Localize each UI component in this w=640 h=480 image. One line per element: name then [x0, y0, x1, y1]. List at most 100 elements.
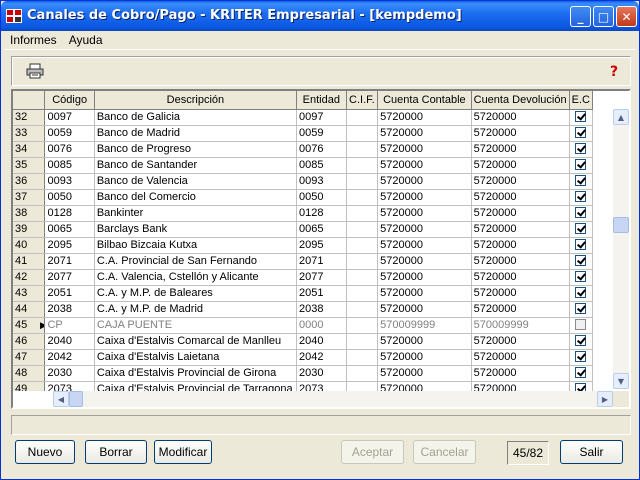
cuenta-devolucion-cell[interactable]: 5720000: [471, 349, 570, 366]
ec-checkbox[interactable]: [575, 110, 587, 122]
ec-cell[interactable]: [569, 205, 593, 222]
codigo-cell[interactable]: 2077: [44, 269, 95, 286]
descripcion-cell[interactable]: CAJA PUENTE: [94, 317, 297, 334]
cif-cell[interactable]: [346, 381, 379, 391]
ec-cell[interactable]: [569, 253, 593, 270]
ec-checkbox[interactable]: [575, 206, 587, 218]
codigo-cell[interactable]: 0076: [44, 141, 95, 158]
descripcion-cell[interactable]: Barclays Bank: [94, 221, 297, 238]
cif-cell[interactable]: [346, 189, 379, 206]
cuenta-devolucion-cell[interactable]: 5720000: [471, 173, 570, 190]
ec-cell[interactable]: [569, 221, 593, 238]
ec-cell[interactable]: [569, 317, 593, 334]
help-question-icon[interactable]: ?: [608, 63, 622, 79]
descripcion-cell[interactable]: Caixa d'Estalvis Provincial de Girona: [94, 365, 297, 382]
entidad-cell[interactable]: 2042: [296, 349, 347, 366]
ec-checkbox[interactable]: [575, 318, 587, 330]
table-row[interactable]: 33 0059 Banco de Madrid 0059 5720000 5720000: [13, 125, 593, 142]
cuenta-contable-cell[interactable]: 5720000: [377, 269, 472, 286]
vertical-scroll-thumb[interactable]: [613, 217, 629, 233]
table-row[interactable]: 32 0097 Banco de Galicia 0097 5720000 5720000: [13, 109, 593, 126]
menu-ayuda[interactable]: Ayuda: [63, 33, 109, 47]
cif-cell[interactable]: [346, 301, 379, 318]
cif-cell[interactable]: [346, 349, 379, 366]
table-row[interactable]: 47 2042 Caixa d'Estalvis Laietana 2042 57200…: [13, 349, 593, 366]
descripcion-cell[interactable]: Bankinter: [94, 205, 297, 222]
entidad-cell[interactable]: 0076: [296, 141, 347, 158]
cif-cell[interactable]: [346, 173, 379, 190]
entidad-cell[interactable]: 0065: [296, 221, 347, 238]
col-header-cuenta-contable[interactable]: Cuenta Contable: [377, 91, 472, 110]
cuenta-devolucion-cell[interactable]: 5720000: [471, 269, 570, 286]
cuenta-devolucion-cell[interactable]: 5720000: [471, 365, 570, 382]
table-row[interactable]: 34 0076 Banco de Progreso 0076 5720000 572000…: [13, 141, 593, 158]
cuenta-contable-cell[interactable]: 5720000: [377, 333, 472, 350]
cuenta-contable-cell[interactable]: 5720000: [377, 205, 472, 222]
descripcion-cell[interactable]: Banco de Valencia: [94, 173, 297, 190]
scroll-up-icon[interactable]: ▲: [613, 109, 629, 125]
codigo-cell[interactable]: 0059: [44, 125, 95, 142]
cuenta-devolucion-cell[interactable]: 5720000: [471, 189, 570, 206]
cuenta-devolucion-cell[interactable]: 5720000: [471, 141, 570, 158]
ec-cell[interactable]: [569, 125, 593, 142]
codigo-cell[interactable]: 2071: [44, 253, 95, 270]
table-row[interactable]: 49 2073 Caixa d'Estalvis Provincial de Tar…: [13, 381, 593, 391]
ec-cell[interactable]: [569, 109, 593, 126]
ec-checkbox[interactable]: [575, 302, 587, 314]
entidad-cell[interactable]: 2095: [296, 237, 347, 254]
scroll-right-icon[interactable]: ▶: [597, 391, 613, 407]
cuenta-contable-cell[interactable]: 5720000: [377, 237, 472, 254]
cuenta-contable-cell[interactable]: 5720000: [377, 253, 472, 270]
ec-checkbox[interactable]: [575, 142, 587, 154]
descripcion-cell[interactable]: C.A. Valencia, Cstellón y Alicante: [94, 269, 297, 286]
vertical-scrollbar[interactable]: ▲ ▼: [613, 109, 629, 389]
entidad-cell[interactable]: 2038: [296, 301, 347, 318]
cuenta-devolucion-cell[interactable]: 5720000: [471, 157, 570, 174]
entidad-cell[interactable]: 0093: [296, 173, 347, 190]
table-row[interactable]: 36 0093 Banco de Valencia 0093 5720000 572000…: [13, 173, 593, 190]
cuenta-contable-cell[interactable]: 570009999: [377, 317, 472, 334]
cif-cell[interactable]: [346, 141, 379, 158]
entidad-cell[interactable]: 0050: [296, 189, 347, 206]
scroll-left-icon[interactable]: ◀: [53, 391, 69, 407]
entidad-cell[interactable]: 2040: [296, 333, 347, 350]
codigo-cell[interactable]: 2030: [44, 365, 95, 382]
table-row[interactable]: 39 0065 Barclays Bank 0065 5720000 5720000: [13, 221, 593, 238]
ec-cell[interactable]: [569, 189, 593, 206]
ec-cell[interactable]: [569, 349, 593, 366]
data-grid[interactable]: Código Descripción Entidad C.I.F. Cuenta…: [11, 89, 631, 409]
codigo-cell[interactable]: 0128: [44, 205, 95, 222]
cuenta-contable-cell[interactable]: 5720000: [377, 221, 472, 238]
codigo-cell[interactable]: 0093: [44, 173, 95, 190]
scroll-down-icon[interactable]: ▼: [613, 373, 629, 389]
title-bar[interactable]: Canales de Cobro/Pago - KRITER Empresari…: [1, 1, 639, 31]
descripcion-cell[interactable]: C.A. y M.P. de Madrid: [94, 301, 297, 318]
close-button[interactable]: ✕: [616, 6, 637, 27]
modificar-button[interactable]: Modificar: [154, 440, 212, 464]
cuenta-contable-cell[interactable]: 5720000: [377, 173, 472, 190]
cuenta-devolucion-cell[interactable]: 5720000: [471, 333, 570, 350]
table-row[interactable]: 42 2077 C.A. Valencia, Cstellón y Alicante…: [13, 269, 593, 286]
entidad-cell[interactable]: 0097: [296, 109, 347, 126]
maximize-button[interactable]: □: [593, 6, 614, 27]
cif-cell[interactable]: [346, 333, 379, 350]
ec-cell[interactable]: [569, 157, 593, 174]
codigo-cell[interactable]: 2038: [44, 301, 95, 318]
codigo-cell[interactable]: 2095: [44, 237, 95, 254]
menu-informes[interactable]: Informes: [4, 33, 63, 47]
ec-cell[interactable]: [569, 141, 593, 158]
cuenta-devolucion-cell[interactable]: 5720000: [471, 109, 570, 126]
ec-cell[interactable]: [569, 301, 593, 318]
cancelar-button[interactable]: Cancelar: [413, 440, 476, 464]
col-header-codigo[interactable]: Código: [44, 91, 95, 110]
table-row[interactable]: 45 ▶CP CAJA PUENTE 0000 570009999 570009999: [13, 317, 593, 334]
cuenta-devolucion-cell[interactable]: 5720000: [471, 125, 570, 142]
ec-checkbox[interactable]: [575, 270, 587, 282]
cuenta-devolucion-cell[interactable]: 5720000: [471, 253, 570, 270]
cuenta-contable-cell[interactable]: 5720000: [377, 285, 472, 302]
descripcion-cell[interactable]: Banco de Santander: [94, 157, 297, 174]
entidad-cell[interactable]: 0085: [296, 157, 347, 174]
cif-cell[interactable]: [346, 221, 379, 238]
entidad-cell[interactable]: 2051: [296, 285, 347, 302]
codigo-cell[interactable]: 0065: [44, 221, 95, 238]
